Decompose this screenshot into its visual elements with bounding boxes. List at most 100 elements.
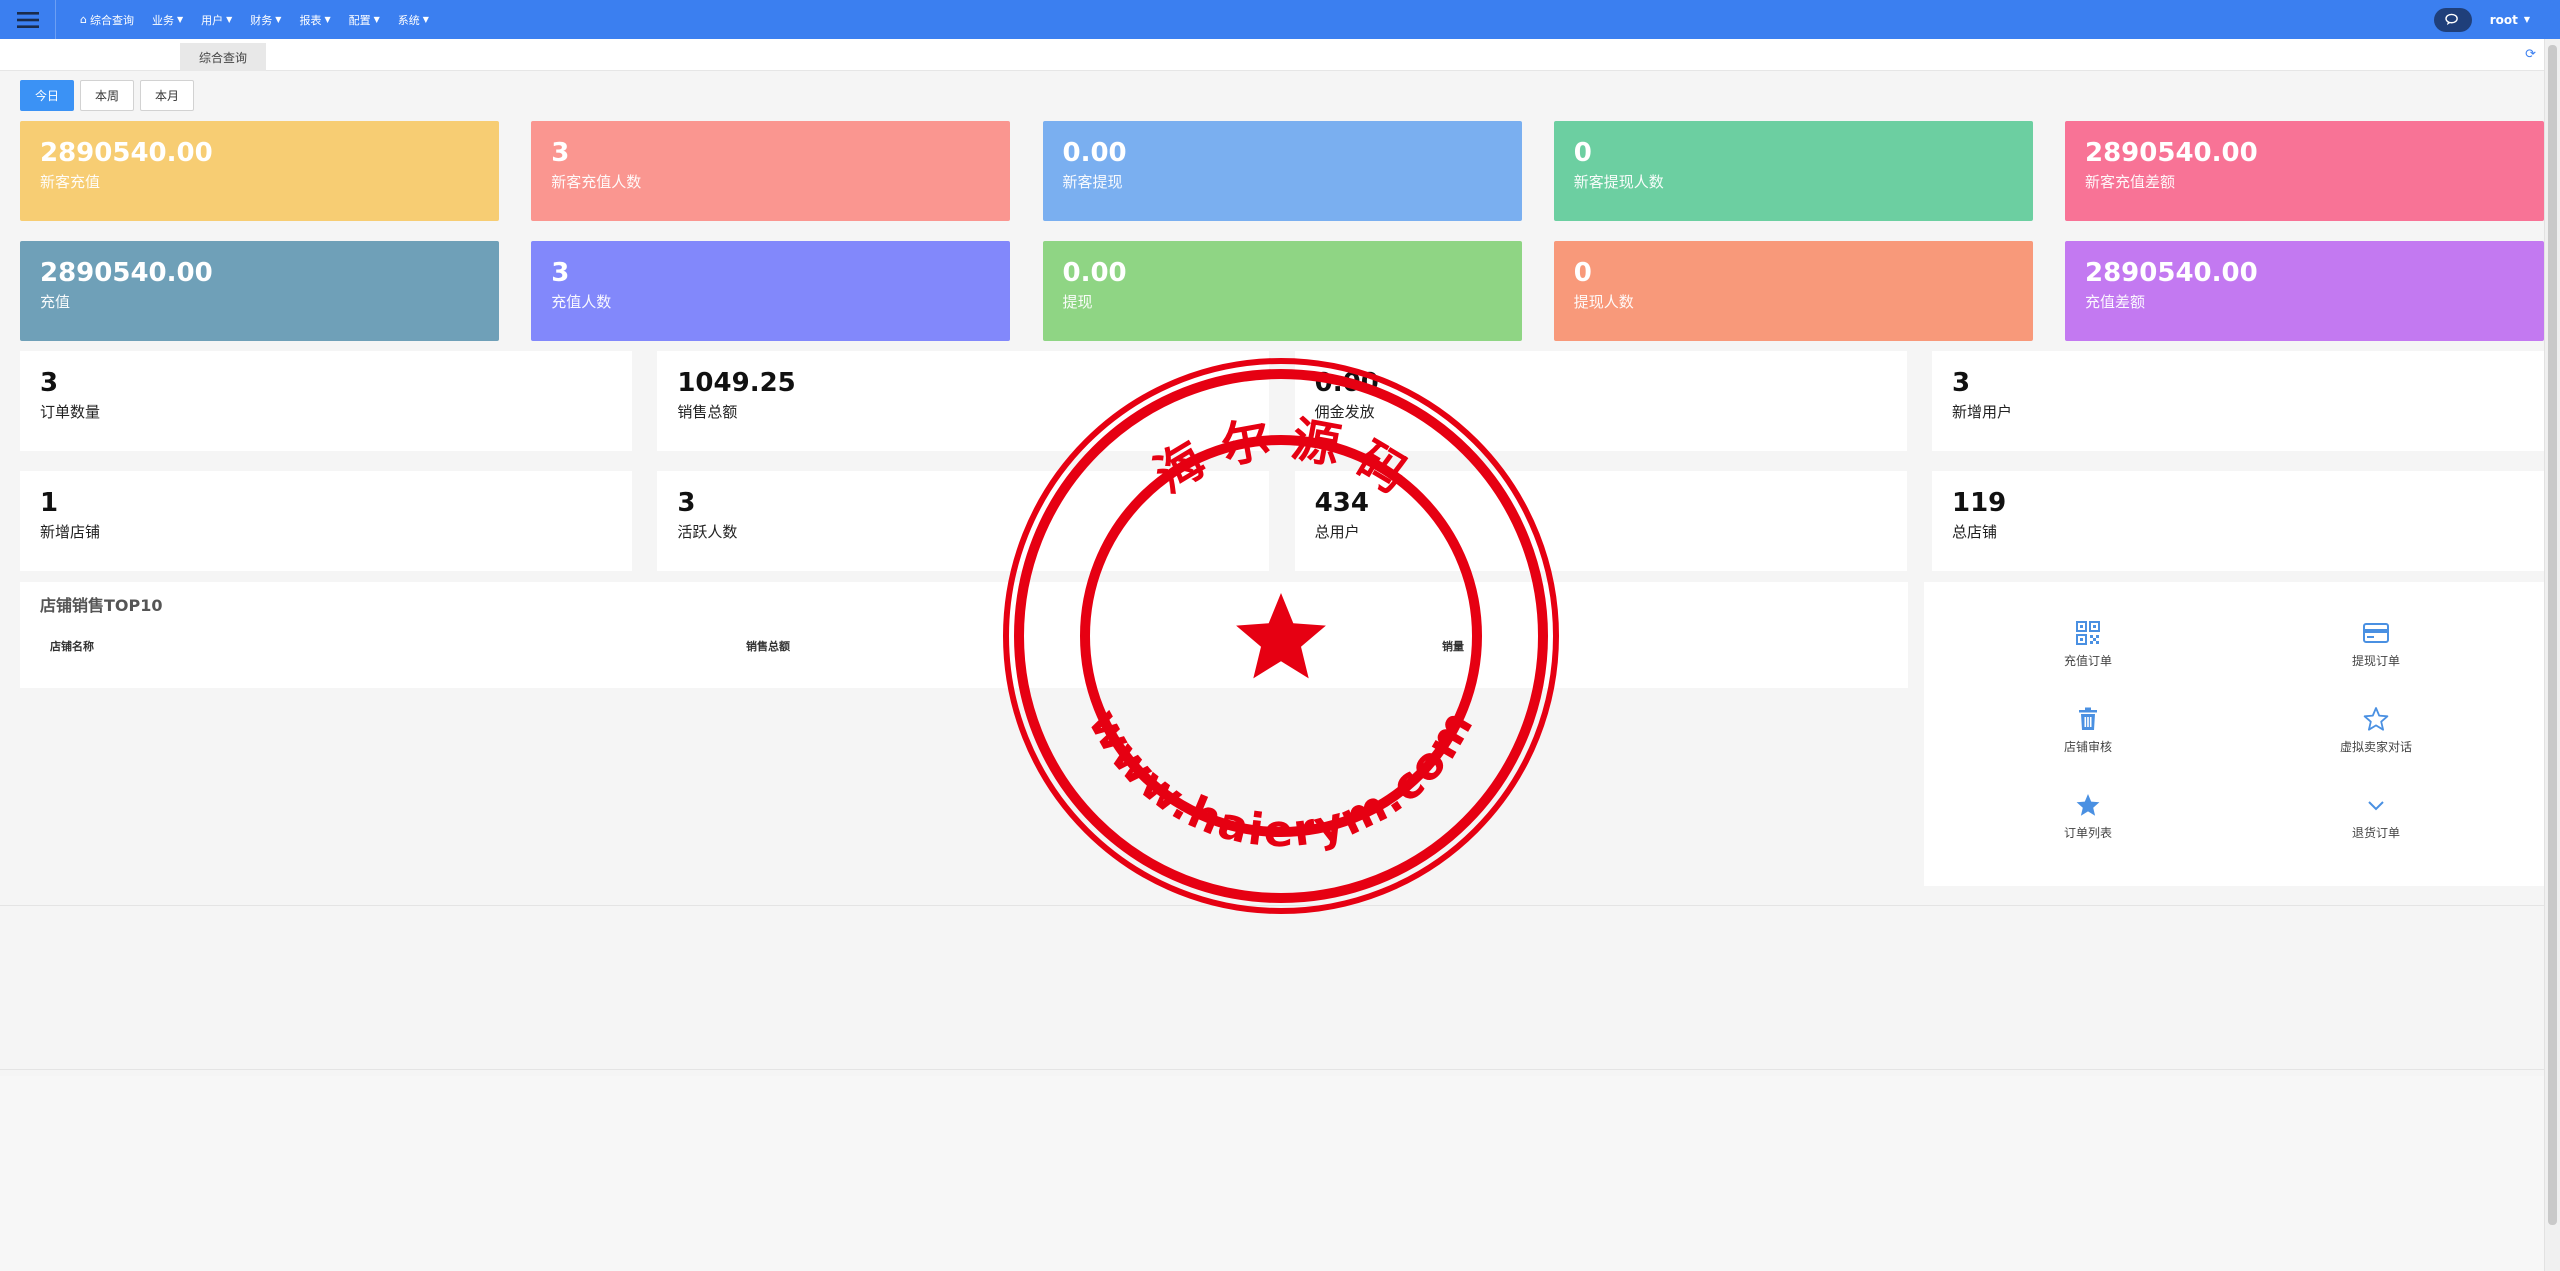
stat-value: 2890540.00 [2085, 138, 2258, 168]
stat-label: 新客充值差额 [2085, 173, 2176, 191]
stat-value: 0.00 [1062, 138, 1127, 168]
stat-card: 3 新增用户 [1931, 351, 2544, 451]
scrollbar[interactable] [2544, 39, 2560, 1271]
stat-label: 新增店铺 [40, 523, 101, 541]
column-header-sales-total: 销售总额 [746, 640, 790, 653]
stat-row-new-customer: 2890540.00 新客充值 3 新客充值人数 0.00 新客提现 0 新客提… [20, 121, 2544, 221]
hamburger-icon [16, 11, 39, 28]
quick-link-label: 退货订单 [2351, 826, 2400, 840]
stat-row-total: 2890540.00 充值 3 充值人数 0.00 提现 0 提现人数 2890… [20, 241, 2544, 341]
stat-card: 1049.25 销售总额 [657, 351, 1270, 451]
menu-toggle-button[interactable] [0, 0, 56, 39]
shop-sales-top10-panel: 店铺销售TOP10 店铺名称 销售总额 销量 [20, 582, 1908, 688]
quick-links-panel: 充值订单 提现订单 店铺审核 虚拟卖家对话 订单列表 退货订单 [1924, 582, 2544, 886]
quick-link-return-orders[interactable]: 退货订单 [2276, 792, 2476, 841]
nav-item-reports[interactable]: 报表 ▼ [299, 12, 330, 28]
quick-link-label: 订单列表 [2063, 826, 2112, 840]
stat-value: 0 [1573, 138, 1592, 168]
stat-card: 2890540.00 充值 [20, 241, 499, 341]
stat-value: 119 [1951, 488, 2007, 518]
caret-down-icon: ▼ [275, 15, 282, 24]
stat-value: 434 [1314, 488, 1369, 518]
stat-value: 0.00 [1062, 258, 1127, 288]
stat-value: 2890540.00 [40, 138, 213, 168]
caret-down-icon: ▼ [226, 15, 233, 24]
stat-label: 订单数量 [40, 403, 101, 421]
stat-card: 1 新增店铺 [20, 471, 632, 571]
stat-label: 充值人数 [551, 293, 612, 311]
stat-label: 充值差额 [2085, 293, 2146, 311]
stat-card: 2890540.00 充值差额 [2065, 241, 2544, 341]
stat-label: 活跃人数 [677, 523, 738, 541]
stat-label: 新客提现人数 [1573, 173, 1664, 191]
refresh-icon[interactable]: ⟳ [2525, 47, 2536, 62]
stat-card: 0 新客提现人数 [1553, 121, 2033, 221]
stat-value: 3 [1951, 368, 1971, 398]
empty-section [0, 905, 2544, 1070]
stat-value: 3 [551, 258, 570, 288]
quick-link-virtual-seller-chat[interactable]: 虚拟卖家对话 [2276, 706, 2476, 755]
qrcode-icon [2076, 621, 2100, 645]
nav-item-users[interactable]: 用户 ▼ [201, 12, 232, 28]
stat-card: 2890540.00 新客充值差额 [2065, 121, 2544, 221]
period-today-button[interactable]: 今日 [20, 80, 75, 111]
user-menu[interactable]: root ▼ [2490, 13, 2530, 27]
nav-item-finance[interactable]: 财务 ▼ [250, 12, 281, 28]
quick-link-withdraw-orders[interactable]: 提现订单 [2276, 620, 2476, 669]
tab-query[interactable]: 综合查询 [180, 43, 266, 71]
period-month-button[interactable]: 本月 [140, 80, 195, 111]
stat-label: 佣金发放 [1314, 403, 1375, 421]
stat-card: 3 活跃人数 [657, 471, 1270, 571]
stat-label: 新增用户 [1951, 403, 2012, 421]
stat-label: 新客提现 [1062, 173, 1123, 191]
stat-label: 总店铺 [1951, 523, 1997, 541]
nav-item-system[interactable]: 系统 ▼ [398, 12, 429, 28]
chat-icon [2445, 13, 2459, 26]
footer-area [0, 1076, 2544, 1271]
nav-right: root ▼ [2433, 0, 2530, 39]
stat-value: 0.00 [1314, 368, 1379, 398]
caret-down-icon: ▼ [373, 15, 380, 24]
home-icon: ⌂ [80, 13, 87, 26]
quick-link-label: 虚拟卖家对话 [2339, 740, 2412, 754]
stat-value: 2890540.00 [2085, 258, 2258, 288]
chat-button[interactable] [2433, 7, 2472, 32]
nav-menu: ⌂ 综合查询 业务 ▼ 用户 ▼ 财务 ▼ 报表 ▼ 配置 ▼ 系统 ▼ [56, 0, 447, 39]
quick-link-order-list[interactable]: 订单列表 [1988, 792, 2188, 841]
stat-value: 3 [40, 368, 59, 398]
caret-down-icon: ▼ [324, 15, 331, 24]
stat-card: 119 总店铺 [1931, 471, 2544, 571]
stat-label: 新客充值人数 [551, 173, 642, 191]
star-outline-icon [2363, 707, 2389, 731]
scrollbar-thumb[interactable] [2548, 45, 2557, 1225]
nav-item-business[interactable]: 业务 ▼ [152, 12, 183, 28]
nav-item-query[interactable]: ⌂ 综合查询 [80, 12, 134, 28]
stat-label: 提现人数 [1573, 293, 1634, 311]
stat-label: 总用户 [1314, 523, 1360, 541]
nav-item-label: 系统 [397, 13, 420, 27]
quick-link-label: 充值订单 [2063, 654, 2112, 668]
quick-link-recharge-orders[interactable]: 充值订单 [1988, 620, 2188, 669]
star-filled-icon [2076, 794, 2100, 816]
stat-value: 1 [40, 488, 59, 518]
nav-item-label: 业务 [151, 13, 174, 27]
stat-card: 434 总用户 [1294, 471, 1907, 571]
period-switcher: 今日 本周 本月 [20, 80, 195, 111]
stat-value: 3 [551, 138, 570, 168]
nav-item-label: 综合查询 [89, 13, 134, 27]
quick-link-shop-review[interactable]: 店铺审核 [1988, 706, 2188, 755]
stat-card: 3 订单数量 [20, 351, 632, 451]
stat-label: 销售总额 [677, 403, 738, 421]
quick-link-label: 提现订单 [2351, 654, 2400, 668]
stat-label: 新客充值 [40, 173, 101, 191]
top-navbar: ⌂ 综合查询 业务▼ 用户▼ 财务▼ 报表▼ 配置▼ 系统▼ roo [0, 0, 2560, 39]
stat-value: 1049.25 [677, 368, 796, 398]
nav-item-config[interactable]: 配置 ▼ [349, 12, 380, 28]
stat-card: 2890540.00 新客充值 [20, 121, 499, 221]
stat-label: 充值 [40, 293, 71, 311]
nav-item-label: 用户 [201, 13, 224, 27]
stat-card: 0 提现人数 [1553, 241, 2033, 341]
period-week-button[interactable]: 本周 [80, 80, 135, 111]
caret-down-icon: ▼ [422, 15, 429, 24]
stat-value: 0 [1573, 258, 1592, 288]
